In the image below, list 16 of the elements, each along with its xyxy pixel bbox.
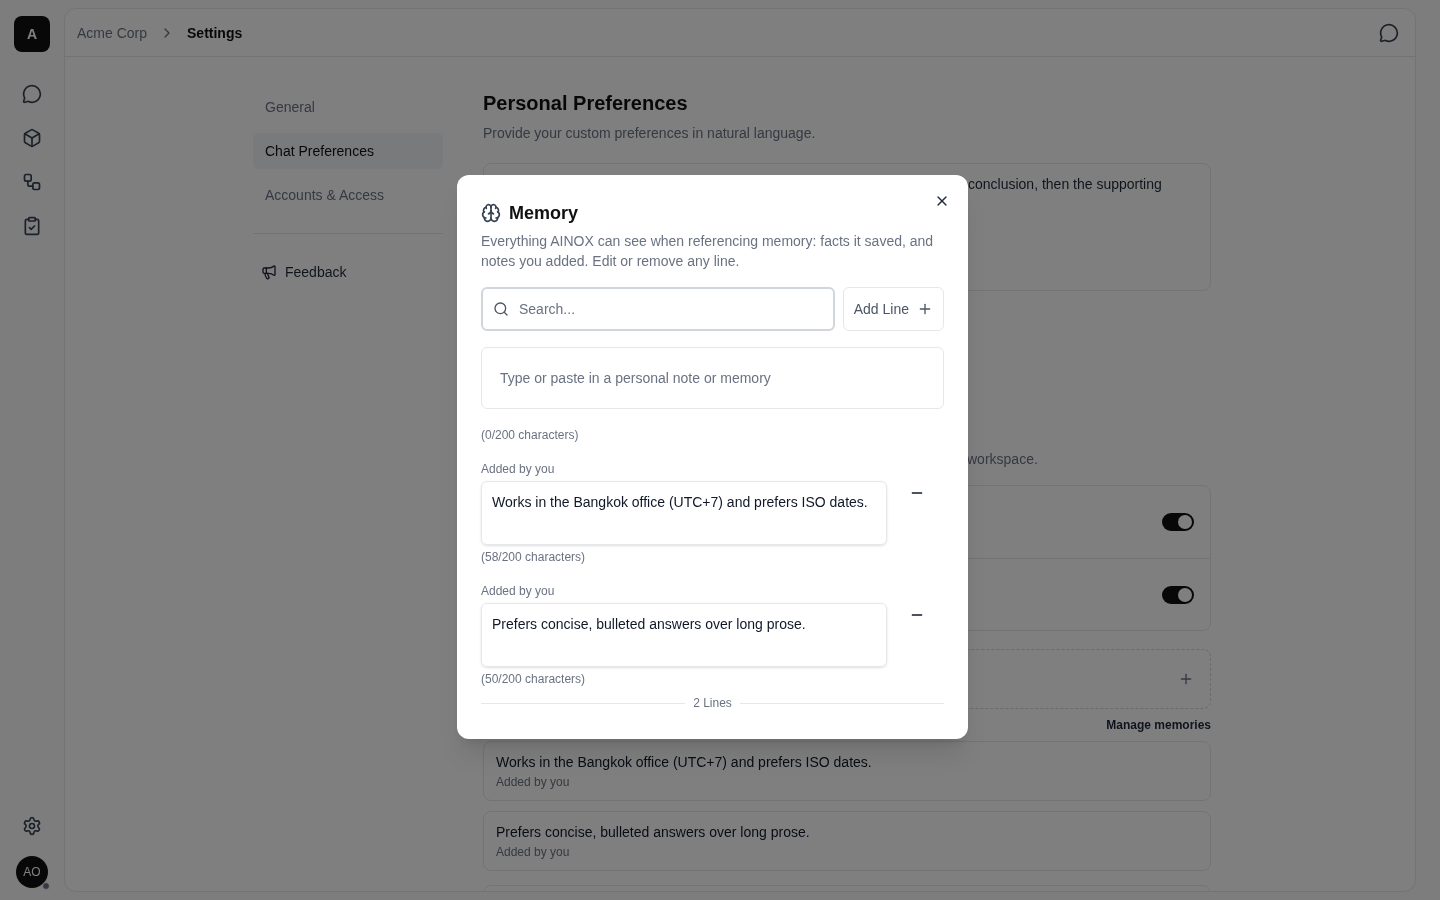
line-source: Added by you [481,583,556,599]
memory-text: Prefers concise, bulleted answers over long prose. [496,823,811,842]
breadcrumb-current: Settings [187,23,243,43]
memory-source: Added by you [496,774,571,790]
memory-source: Added by you [496,844,571,860]
dialog-title: Memory [509,202,579,225]
line-source: Added by you [481,461,556,477]
character-counter: (58/200 characters) [481,549,587,565]
character-counter: (0/200 characters) [481,427,580,443]
dialog-description: Everything AINOX can see when referencing memory: facts it saved, and notes you added. Edit or remove any line. [481,232,935,271]
section-subtitle: Provide your custom preferences in natural language. [483,124,817,143]
section-title: Personal Preferences [483,91,689,116]
section-description: workspace. [967,450,1038,469]
character-counter: (50/200 characters) [481,671,587,687]
line-count: 2 Lines [693,695,732,711]
memory-text: Works in the Bangkok office (UTC+7) and prefers ISO dates. [496,753,873,772]
